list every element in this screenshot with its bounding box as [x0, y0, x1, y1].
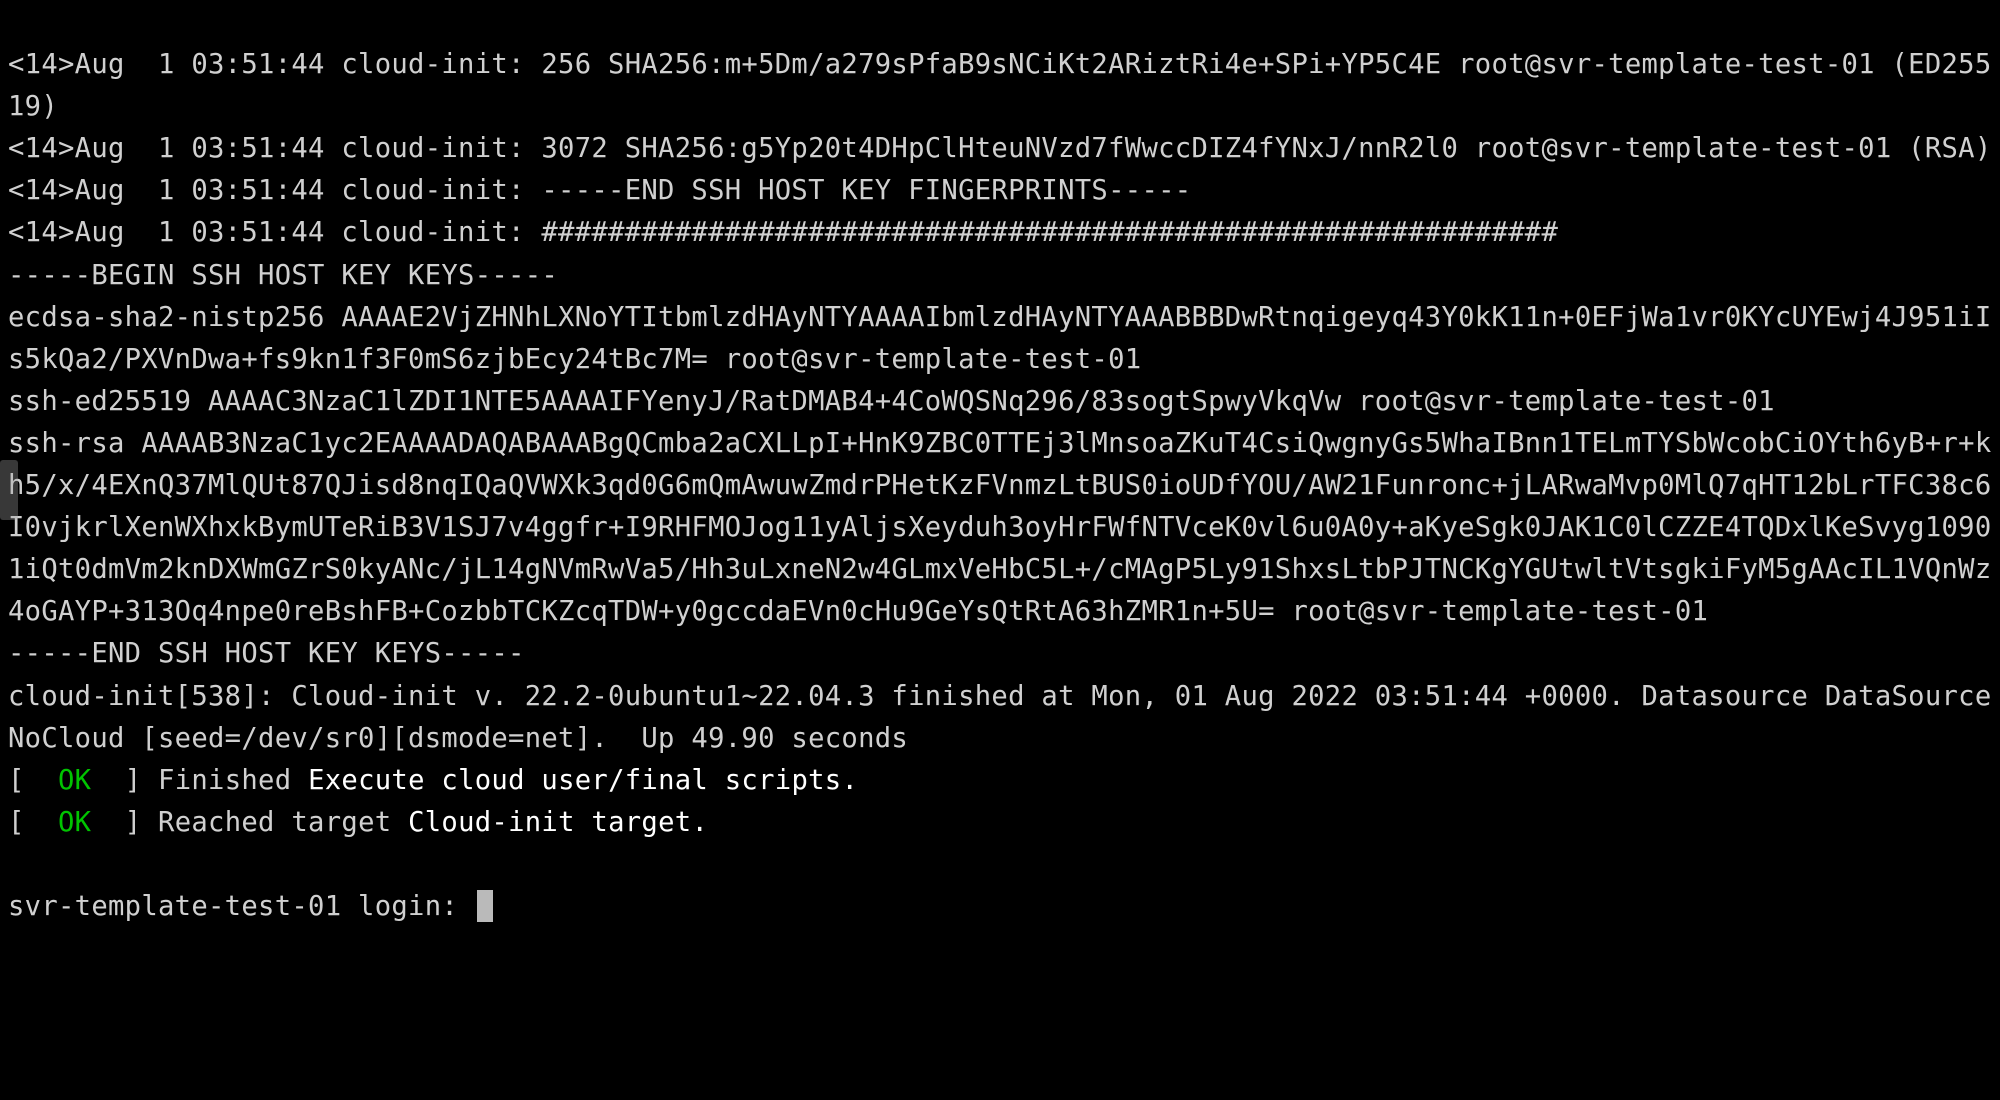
status-text: Reached target — [158, 807, 408, 838]
status-ok: OK — [58, 765, 91, 796]
systemd-status-line: [ OK ] Finished Execute cloud user/final… — [8, 765, 858, 796]
cursor-icon — [477, 890, 493, 922]
login-prompt: svr-template-test-01 login: — [8, 891, 475, 922]
log-line: <14>Aug 1 03:51:44 cloud-init: -----END … — [8, 175, 1191, 206]
log-line: <14>Aug 1 03:51:44 cloud-init: 256 SHA25… — [8, 49, 1992, 122]
ssh-keys-begin: -----BEGIN SSH HOST KEY KEYS----- — [8, 260, 558, 291]
cloud-init-finished: cloud-init[538]: Cloud-init v. 22.2-0ubu… — [8, 681, 1992, 754]
status-text: Finished — [158, 765, 308, 796]
status-target: Cloud-init target. — [408, 807, 708, 838]
ssh-key-ed25519: ssh-ed25519 AAAAC3NzaC1lZDI1NTE5AAAAIFYe… — [8, 386, 1775, 417]
ssh-keys-end: -----END SSH HOST KEY KEYS----- — [8, 638, 525, 669]
login-prompt-line[interactable]: svr-template-test-01 login: — [8, 886, 1992, 928]
log-line: <14>Aug 1 03:51:44 cloud-init: #########… — [8, 217, 1558, 248]
log-line: <14>Aug 1 03:51:44 cloud-init: 3072 SHA2… — [8, 133, 1992, 164]
status-target: Execute cloud user/final scripts. — [308, 765, 858, 796]
scrollbar-thumb[interactable] — [0, 460, 18, 520]
status-ok: OK — [58, 807, 91, 838]
systemd-status-line: [ OK ] Reached target Cloud-init target. — [8, 807, 708, 838]
ssh-key-rsa: ssh-rsa AAAAB3NzaC1yc2EAAAADAQABAAABgQCm… — [8, 428, 1992, 627]
ssh-key-ecdsa: ecdsa-sha2-nistp256 AAAAE2VjZHNhLXNoYTIt… — [8, 302, 1992, 375]
console-terminal[interactable]: <14>Aug 1 03:51:44 cloud-init: 256 SHA25… — [0, 0, 2000, 1100]
